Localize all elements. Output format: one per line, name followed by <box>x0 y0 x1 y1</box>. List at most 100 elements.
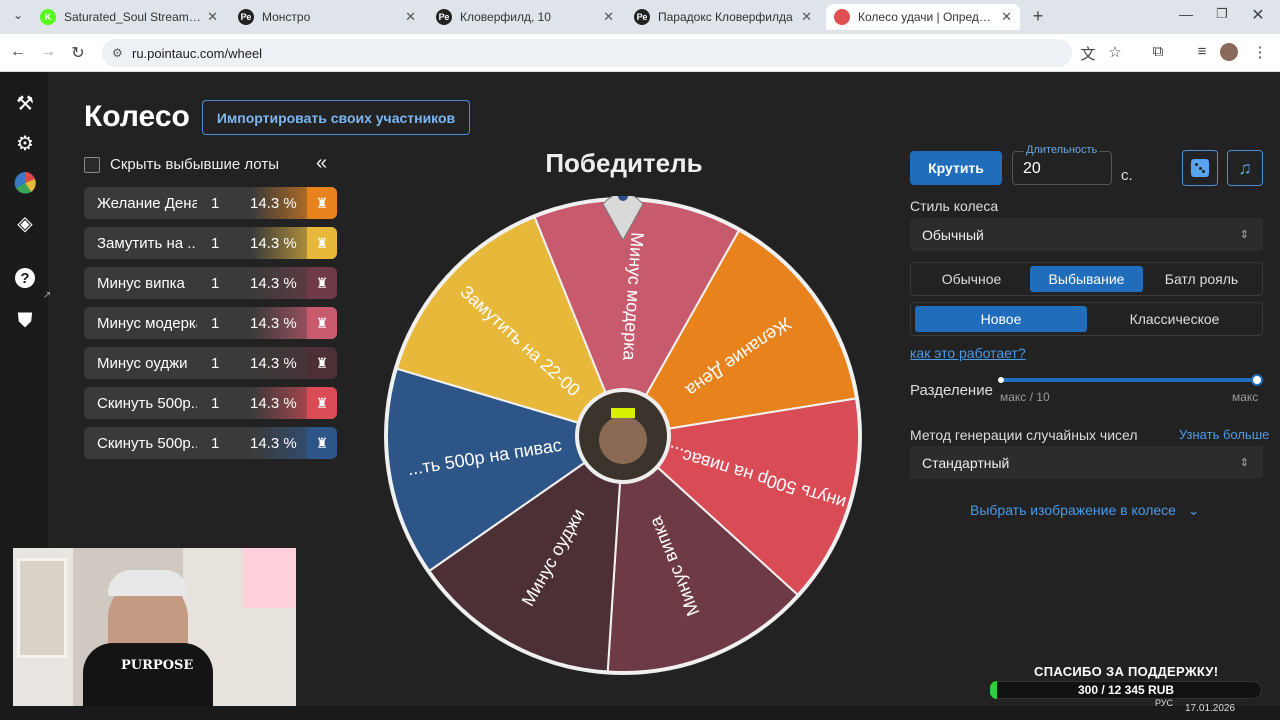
layers-icon[interactable]: ◈ <box>12 210 38 236</box>
profile-avatar[interactable] <box>1220 43 1238 61</box>
lot-crown-icon[interactable]: ♜ <box>307 387 337 419</box>
browser-tab[interactable]: K Saturated_Soul Stream - Watch ✕ <box>32 4 226 30</box>
settings-gear-icon[interactable]: ⚙ <box>12 130 38 156</box>
browser-tab[interactable]: Ре Парадокс Кловерфилда ✕ <box>626 4 820 30</box>
lot-name: Минус оуджи <box>97 354 188 372</box>
lot-item[interactable]: Желание Дена 1 14.3 % ♜ <box>84 187 337 219</box>
minimize-icon[interactable]: — <box>1176 6 1196 22</box>
tab-title: Saturated_Soul Stream - Watch <box>64 10 201 24</box>
tab-close-icon[interactable]: ✕ <box>207 9 218 25</box>
split-slider-start-dot <box>998 377 1004 383</box>
hide-eliminated-checkbox[interactable] <box>84 156 100 173</box>
lot-crown-icon[interactable]: ♜ <box>307 187 337 219</box>
learn-more-link[interactable]: Узнать больше <box>1179 427 1269 442</box>
tab-favicon-icon: Ре <box>634 9 650 25</box>
split-label: Разделение <box>910 382 993 399</box>
split-slider-track[interactable] <box>1000 378 1257 382</box>
tab-title: Колесо удачи | Определите по <box>858 10 995 24</box>
lot-name: Замутить на ... <box>97 234 197 252</box>
split-max-label: макс <box>1232 390 1259 404</box>
forward-icon[interactable]: → <box>38 43 58 61</box>
menu-icon[interactable]: ⋮ <box>1250 43 1270 61</box>
variant-tab-classic[interactable]: Классическое <box>1089 306 1260 332</box>
lot-percent: 14.3 % <box>250 434 297 452</box>
tab-close-icon[interactable]: ✕ <box>1001 9 1012 25</box>
lot-crown-icon[interactable]: ♜ <box>307 307 337 339</box>
lot-percent: 14.3 % <box>250 274 297 292</box>
lot-crown-icon[interactable]: ♜ <box>307 347 337 379</box>
choose-wheel-image-label: Выбрать изображение в колесе <box>970 502 1176 518</box>
maximize-icon[interactable]: ❐ <box>1212 6 1232 22</box>
auction-hammer-icon[interactable]: ⚒ <box>12 90 38 116</box>
lot-amount: 1 <box>211 354 220 372</box>
duration-value[interactable]: 20 <box>1023 160 1041 178</box>
lot-name: Скинуть 500р... <box>97 394 197 412</box>
donation-title: СПАСИБО ЗА ПОДДЕРЖКУ! <box>1034 664 1219 679</box>
lot-crown-icon[interactable]: ♜ <box>307 427 337 459</box>
back-icon[interactable]: ← <box>8 43 28 61</box>
tab-close-icon[interactable]: ✕ <box>405 9 416 25</box>
wheel-style-label: Стиль колеса <box>910 198 999 214</box>
collapse-list-icon[interactable]: « <box>316 152 327 175</box>
mode-segmented-control: Обычное Выбывание Батл рояль <box>910 262 1263 296</box>
lot-item[interactable]: Скинуть 500р... 1 14.3 % ♜ <box>84 427 337 459</box>
lot-percent: 14.3 % <box>250 194 297 212</box>
donation-progress-text: 300 / 12 345 RUB <box>1077 683 1175 697</box>
help-icon[interactable]: ? <box>15 268 35 288</box>
lot-amount: 1 <box>211 434 220 452</box>
lot-percent: 14.3 % <box>250 354 297 372</box>
lot-item[interactable]: Замутить на ... 1 14.3 % ♜ <box>84 227 337 259</box>
media-icon[interactable]: ≡ <box>1192 43 1212 60</box>
choose-wheel-image-toggle[interactable]: Выбрать изображение в колесе ⌄ <box>970 502 1200 519</box>
rng-method-value: Стандартный <box>922 454 1010 471</box>
lot-name: Желание Дена <box>97 194 197 212</box>
variant-tab-new[interactable]: Новое <box>915 306 1087 332</box>
browser-tab-bar: ⌄ K Saturated_Soul Stream - Watch ✕ Ре Монст… <box>0 0 1280 34</box>
mode-tab-normal[interactable]: Обычное <box>915 266 1028 292</box>
lot-amount: 1 <box>211 234 220 252</box>
new-tab-button[interactable]: + <box>1028 6 1048 27</box>
taskbar-date: 17.01.2026 <box>1185 703 1236 714</box>
mode-tab-battle-royale[interactable]: Батл рояль <box>1145 266 1258 292</box>
reload-icon[interactable]: ↻ <box>68 43 88 63</box>
spin-button[interactable]: Крутить <box>910 151 1002 185</box>
url-field[interactable]: ⚙ ru.pointauc.com/wheel <box>102 39 1072 67</box>
dice-random-button[interactable] <box>1182 150 1218 186</box>
winner-heading: Победитель <box>545 148 703 178</box>
lot-crown-icon[interactable]: ♜ <box>307 227 337 259</box>
wheel-pie-icon[interactable] <box>12 170 38 196</box>
extensions-icon[interactable]: ⧉ <box>1148 43 1168 60</box>
lot-item[interactable]: Минус випка 1 14.3 % ♜ <box>84 267 337 299</box>
bookmark-star-icon[interactable]: ☆ <box>1105 43 1125 61</box>
tab-search-icon[interactable]: ⌄ <box>8 8 28 22</box>
wheel-style-select[interactable]: Обычный ⇕ <box>910 218 1263 251</box>
lot-crown-icon[interactable]: ♜ <box>307 267 337 299</box>
browser-tab[interactable]: Ре Монстро ✕ <box>230 4 424 30</box>
dice-icon <box>1191 159 1209 177</box>
close-window-icon[interactable]: ✕ <box>1248 5 1268 25</box>
how-it-works-link[interactable]: как это работает? <box>910 345 1026 361</box>
split-slider-handle[interactable] <box>1251 374 1263 386</box>
browser-tab[interactable]: Колесо удачи | Определите по ✕ <box>826 4 1020 30</box>
hide-eliminated-label: Скрыть выбывшие лоты <box>110 156 279 173</box>
mode-tab-elimination[interactable]: Выбывание <box>1030 266 1143 292</box>
music-button[interactable]: ♫ <box>1227 150 1263 186</box>
browser-tab[interactable]: Ре Кловерфилд, 10 ✕ <box>428 4 622 30</box>
fortune-wheel[interactable]: Минус модерка Желание Денаинуть 500р на п… <box>383 196 863 676</box>
lot-amount: 1 <box>211 274 220 292</box>
lot-item[interactable]: Минус модерка 1 14.3 % ♜ <box>84 307 337 339</box>
duration-label: Длительность <box>1024 144 1100 156</box>
lot-item[interactable]: Скинуть 500р... 1 14.3 % ♜ <box>84 387 337 419</box>
split-min-label: макс / 10 <box>1000 390 1050 404</box>
lot-item[interactable]: Минус оуджи 1 14.3 % ♜ <box>84 347 337 379</box>
site-info-icon[interactable]: ⚙ <box>112 46 123 60</box>
tab-favicon-icon: Ре <box>436 9 452 25</box>
tab-close-icon[interactable]: ✕ <box>603 9 614 25</box>
import-participants-button[interactable]: Импортировать своих участников <box>202 100 470 135</box>
translate-icon[interactable]: 文 <box>1078 43 1098 64</box>
shield-check-icon[interactable]: ⛊ <box>12 308 38 334</box>
hide-eliminated-toggle[interactable]: Скрыть выбывшие лоты <box>84 156 279 173</box>
tab-close-icon[interactable]: ✕ <box>801 9 812 25</box>
rng-method-select[interactable]: Стандартный ⇕ <box>910 446 1263 479</box>
taskbar-lang: РУС <box>1155 698 1174 708</box>
